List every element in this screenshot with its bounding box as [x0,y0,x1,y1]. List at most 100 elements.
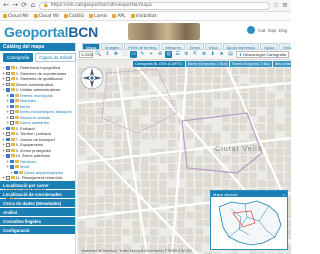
collapse-icon[interactable]: − [2,87,5,92]
lang-ca-link[interactable]: Cat [258,28,265,33]
map-tab[interactable]: Perfil de terreny [124,43,161,50]
expand-icon[interactable]: + [2,148,5,153]
map-tab[interactable]: Vista [204,43,222,50]
layer-checkbox[interactable] [6,132,10,136]
layer-checkbox[interactable] [6,143,10,147]
active-layer-tag[interactable]: Cartografia BL GEN (CARTO) [133,61,185,67]
expand-icon[interactable]: + [6,159,9,164]
home-icon[interactable]: ⌂ [30,2,36,9]
layer-checkbox[interactable] [6,148,10,152]
expand-icon[interactable]: + [2,137,5,142]
layer-tree-row[interactable]: + Zones arqueològiques [2,170,73,176]
expand-icon[interactable]: + [2,142,5,147]
layer-checkbox[interactable] [6,88,10,92]
map-tool-icon[interactable]: ▤ [227,51,234,58]
back-icon[interactable]: ← [3,2,9,9]
layer-checkbox[interactable] [10,110,14,114]
browser-menu-icon[interactable]: ≡ [282,2,288,9]
map-tab[interactable]: Ajuda [260,43,279,50]
expand-icon[interactable]: + [6,104,9,109]
expand-icon[interactable]: + [6,115,9,120]
map-tool-icon[interactable]: ⚙ [183,51,190,58]
tab-capes-treball[interactable]: Capes de treball [35,53,77,62]
layer-checkbox[interactable] [6,137,10,141]
map-tool-icon[interactable]: ↕ [104,51,111,58]
expand-icon[interactable]: + [2,126,5,131]
navigation-compass-icon[interactable] [79,65,105,91]
layer-checkbox[interactable] [10,104,14,108]
bookmark-item[interactable]: Cloud Mil [3,14,29,19]
layer-checkbox[interactable] [10,121,14,125]
expand-icon[interactable]: + [2,71,5,76]
reload-icon[interactable]: ⟳ [21,2,27,9]
download-cartography-button[interactable]: ⬇ Descarregar Cartografia [235,51,290,58]
expand-icon[interactable]: + [10,170,13,175]
bookmark-item[interactable]: CatSIG [63,14,84,19]
layer-checkbox[interactable] [6,77,10,81]
expand-icon[interactable]: + [6,164,9,169]
scale-select[interactable]: 1:2000 [79,51,93,58]
expand-icon[interactable]: + [2,76,5,81]
map-tool-icon[interactable]: ⬇ [209,51,216,58]
star-icon[interactable]: ☆ [273,2,279,9]
layer-checkbox[interactable] [10,115,14,119]
layer-checkbox[interactable] [6,71,10,75]
bookmark-item[interactable]: Visibilitat [130,14,156,19]
active-layer-tag[interactable]: Barris Geoportal, 3 Bus [230,61,272,67]
active-layer-tag[interactable]: Barris (Geoportal, 1 Bus) [185,61,230,67]
expand-icon[interactable]: + [6,93,9,98]
map-tab[interactable]: Mapa [82,43,101,50]
map-tool-icon[interactable]: ⬚ [121,51,128,58]
forward-icon[interactable]: → [12,2,18,9]
overview-minimap[interactable]: Mapa situació × [210,190,288,250]
sidebar-panel-header[interactable]: Localització de coordenades [0,190,75,198]
map-tool-icon[interactable]: ✎ [139,51,146,58]
map-tool-icon[interactable]: ◎ [165,51,173,58]
layer-checkbox[interactable] [6,154,10,158]
expand-icon[interactable]: + [6,120,9,125]
layer-checkbox[interactable] [14,170,18,174]
map-view[interactable]: Mapa Imatges Perfil de terreny Mesures Eines… [77,43,291,254]
map-tool-icon[interactable]: ✥ [113,51,120,58]
sidebar-panel-header[interactable]: Configuració [0,226,75,234]
map-tool-icon[interactable]: ⇱ [192,51,199,58]
sidebar-panel-header[interactable]: Consultes llegides [0,217,75,225]
active-layer-tag[interactable]: Illes urbanes 1 Bus (BCN) [272,61,291,67]
tab-cartografia[interactable]: Cartografia [3,53,34,62]
collapse-icon[interactable]: − [2,65,5,70]
map-tab[interactable]: Eines [185,43,204,50]
layer-checkbox[interactable] [6,82,10,86]
collapse-icon[interactable]: − [2,153,5,158]
expand-icon[interactable]: + [6,109,9,114]
layer-checkbox[interactable] [6,176,10,180]
user-icon[interactable] [247,26,256,34]
lang-en-link[interactable]: Eng [279,28,287,33]
layer-checkbox[interactable] [6,66,10,70]
map-tab[interactable]: Mesures [161,43,185,50]
layer-checkbox[interactable] [10,93,14,97]
map-tool-icon[interactable]: ▭ [130,51,137,58]
layer-checkbox[interactable] [10,99,14,103]
bookmark-item[interactable]: APL [112,14,126,19]
map-tab[interactable]: Imatges [101,43,124,50]
map-tool-icon[interactable]: ★ [218,51,225,58]
layer-checkbox[interactable] [10,165,14,169]
map-tool-icon[interactable]: ☰ [174,51,181,58]
geoportal-logo[interactable]: GeoportalBCN [4,24,98,40]
map-tab[interactable]: Enllaç al mapa [279,43,291,50]
expand-icon[interactable]: + [2,131,5,136]
map-tool-icon[interactable]: ⊕ [157,51,164,58]
sidebar-panel-header[interactable]: Cerca de dades (Metadades) [0,199,75,207]
expand-icon[interactable]: + [6,98,9,103]
lang-es-link[interactable]: Esp [268,28,276,33]
address-bar[interactable]: 🔒 https://ide.cat/geoportal/cat/Geoporta… [39,1,270,10]
sidebar-panel-header[interactable]: Localització per carrer [0,181,75,189]
map-tool-icon[interactable]: ⌖ [148,51,155,58]
bookmark-item[interactable]: Cloud WI [33,14,59,19]
layer-checkbox[interactable] [6,126,10,130]
expand-icon[interactable]: + [2,82,5,87]
layer-checkbox[interactable] [10,159,14,163]
map-tool-icon[interactable]: 🔍 [95,51,102,58]
map-tool-icon[interactable]: ⊗ [201,51,208,58]
close-icon[interactable]: × [283,192,285,197]
